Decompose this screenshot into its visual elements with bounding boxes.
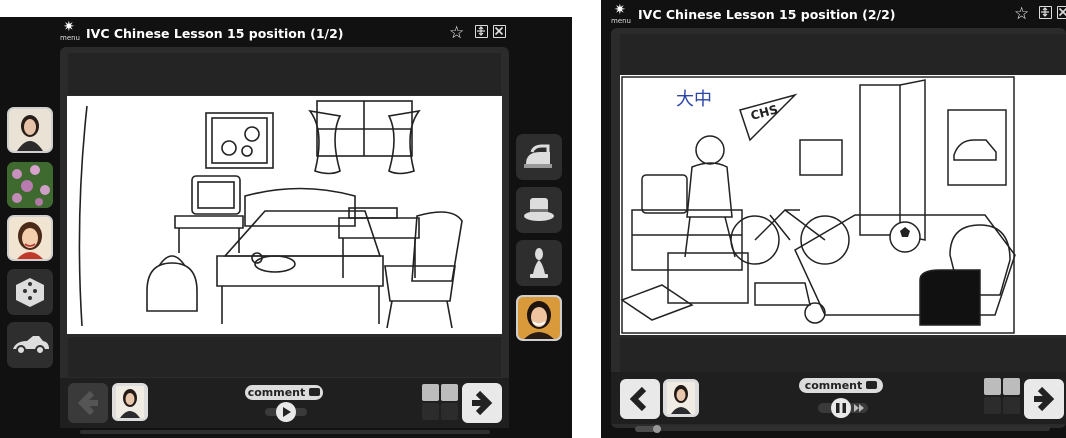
- lesson-image-room: 大中 CHS: [620, 75, 1066, 335]
- iron-button[interactable]: [516, 134, 562, 180]
- iron-icon: [524, 144, 552, 168]
- prev-button[interactable]: [620, 379, 660, 419]
- menu-label: menu: [60, 34, 80, 42]
- title-bar: ✷ menu IVC Chinese Lesson 15 position (2…: [601, 0, 1066, 30]
- window-title: IVC Chinese Lesson 15 position (2/2): [638, 7, 896, 22]
- teacher-avatar-button[interactable]: [663, 379, 699, 417]
- teacher-photo-icon: [518, 297, 560, 339]
- thumbnail-2[interactable]: [441, 384, 458, 401]
- arrow-right-icon: [472, 390, 493, 416]
- comment-label: comment: [247, 386, 306, 399]
- fit-screen-icon[interactable]: [1039, 6, 1052, 19]
- flowers-photo-button[interactable]: [7, 162, 53, 208]
- arrow-right-icon: [1034, 386, 1055, 412]
- progress-track[interactable]: [635, 425, 1050, 433]
- bottom-controls: comment: [611, 372, 1066, 424]
- slide-stage: [60, 47, 509, 428]
- chess-piece-icon: [530, 248, 548, 278]
- star-icon[interactable]: ☆: [449, 24, 464, 42]
- speech-bubble-icon: [309, 388, 321, 396]
- woman-photo-icon: [9, 109, 51, 151]
- teacher-avatar-icon: [667, 382, 695, 414]
- pause-icon: [836, 403, 840, 413]
- teacher-avatar-button[interactable]: [112, 383, 148, 421]
- star-icon[interactable]: ☆: [1014, 5, 1029, 23]
- thumbnail-3[interactable]: [984, 397, 1001, 414]
- progress-track[interactable]: [80, 430, 490, 434]
- thumbnail-1[interactable]: [984, 378, 1001, 395]
- thumbnail-1[interactable]: [422, 384, 439, 401]
- comment-button[interactable]: comment: [799, 378, 883, 393]
- playback-control[interactable]: [816, 398, 870, 418]
- hat-button[interactable]: [516, 187, 562, 233]
- title-bar: ✷ menu IVC Chinese Lesson 15 position (1…: [0, 17, 572, 47]
- comment-button[interactable]: comment: [245, 385, 323, 400]
- thumbnail-3[interactable]: [422, 403, 439, 420]
- next-button[interactable]: [1024, 379, 1064, 419]
- hat-icon: [524, 198, 554, 221]
- arrow-left-icon: [629, 386, 647, 412]
- bottom-controls: comment: [60, 378, 509, 428]
- poster-chinese-text: 大中: [676, 89, 712, 110]
- bedroom-drawing: [78, 100, 463, 329]
- speech-bubble-icon: [866, 381, 878, 389]
- menu-button[interactable]: ✷ menu: [611, 2, 633, 30]
- avatar-cartoon-button[interactable]: [7, 215, 53, 261]
- thumbnail-4[interactable]: [1003, 397, 1020, 414]
- slide-stage: 大中 CHS: [611, 28, 1066, 428]
- stage-top-bar: [620, 34, 1066, 76]
- fit-screen-icon[interactable]: [475, 25, 488, 38]
- avatar-photo-button[interactable]: [7, 107, 53, 153]
- dice-icon: [16, 278, 44, 307]
- gear-icon: ✷: [614, 2, 626, 18]
- lesson-image-bedroom: [67, 96, 502, 334]
- close-icon[interactable]: [1057, 6, 1066, 19]
- room-drawing: 大中 CHS: [620, 76, 1016, 334]
- woman-cartoon-icon: [9, 217, 51, 259]
- lesson-window-1: ✷ menu IVC Chinese Lesson 15 position (1…: [0, 17, 572, 438]
- teacher-photo-button[interactable]: [516, 295, 562, 341]
- dice-button[interactable]: [7, 269, 53, 315]
- teacher-avatar-icon: [116, 386, 144, 418]
- thumbnail-4[interactable]: [441, 403, 458, 420]
- stage-bottom-bar: [68, 337, 501, 377]
- car-icon: [13, 336, 49, 355]
- close-icon[interactable]: [493, 25, 506, 38]
- pennant-text: CHS: [749, 102, 779, 123]
- menu-label: menu: [611, 17, 631, 25]
- arrow-left-icon: [77, 390, 98, 416]
- playback-control[interactable]: [263, 402, 309, 422]
- car-button[interactable]: [7, 322, 53, 368]
- progress-knob[interactable]: [653, 425, 661, 433]
- lesson-window-2: ✷ menu IVC Chinese Lesson 15 position (2…: [601, 0, 1066, 438]
- chess-piece-button[interactable]: [516, 240, 562, 286]
- menu-button[interactable]: ✷ menu: [60, 19, 82, 47]
- comment-label: comment: [804, 379, 863, 392]
- flowers-icon: [7, 162, 53, 208]
- gear-icon: ✷: [63, 19, 75, 35]
- prev-button[interactable]: [68, 383, 108, 423]
- next-button[interactable]: [462, 383, 502, 423]
- stage-top-bar: [68, 53, 501, 95]
- thumbnail-2[interactable]: [1003, 378, 1020, 395]
- window-title: IVC Chinese Lesson 15 position (1/2): [86, 26, 344, 41]
